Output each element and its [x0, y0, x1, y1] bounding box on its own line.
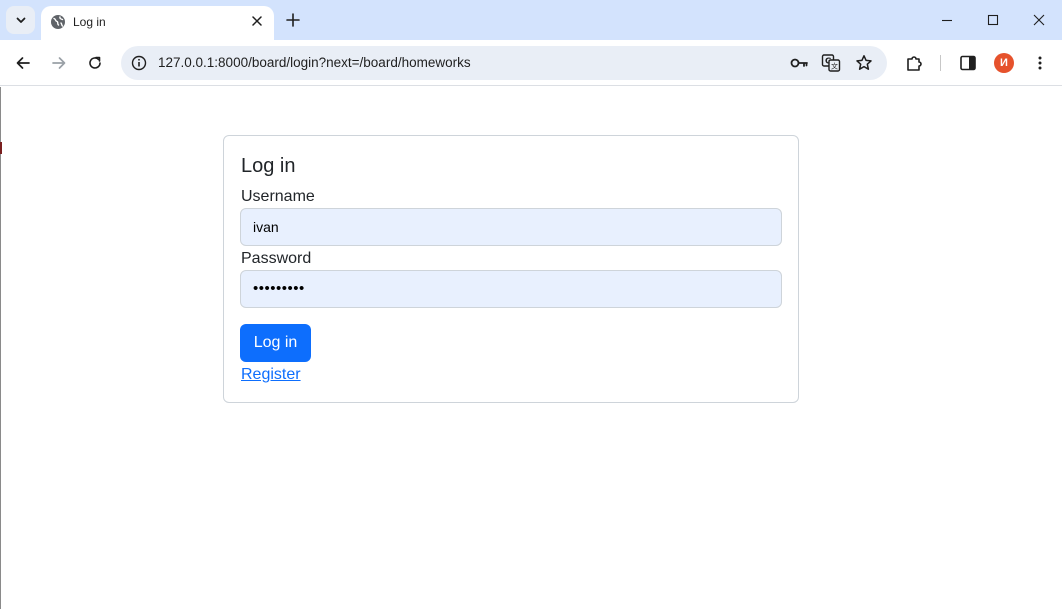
site-info-button[interactable]	[127, 51, 151, 75]
back-button[interactable]	[9, 49, 37, 77]
new-tab-button[interactable]	[281, 8, 305, 32]
svg-text:文: 文	[831, 62, 838, 71]
maximize-button[interactable]	[970, 0, 1016, 40]
kebab-menu-icon	[1038, 56, 1042, 70]
url-text[interactable]: 127.0.0.1:8000/board/login?next=/board/h…	[158, 55, 471, 71]
close-window-button[interactable]	[1016, 0, 1062, 40]
login-card: Log in Username ivan Password ••••••••• …	[223, 135, 799, 403]
minimize-icon	[942, 19, 952, 22]
translate-button[interactable]: G文	[819, 51, 843, 75]
minimize-button[interactable]	[924, 0, 970, 40]
profile-avatar[interactable]: И	[994, 53, 1014, 73]
globe-icon	[51, 15, 65, 29]
browser-toolbar: 127.0.0.1:8000/board/login?next=/board/h…	[0, 40, 1062, 86]
password-input[interactable]: •••••••••	[240, 270, 782, 308]
bookmark-button[interactable]	[852, 51, 876, 75]
maximize-icon	[987, 14, 999, 26]
browser-menu-button[interactable]	[1028, 51, 1052, 75]
puzzle-icon	[907, 56, 922, 71]
translate-icon: G文	[821, 54, 841, 72]
tab-search-button[interactable]	[6, 6, 35, 34]
page-title: Log in	[241, 155, 296, 177]
toolbar-divider	[940, 55, 941, 71]
tab-strip: Log in	[0, 0, 1062, 40]
username-input[interactable]: ivan	[240, 208, 782, 246]
tab-title: Log in	[73, 15, 106, 29]
side-panel-icon	[960, 55, 976, 71]
close-icon	[252, 16, 262, 26]
login-button[interactable]: Log in	[240, 324, 311, 362]
arrow-right-icon	[52, 57, 66, 69]
extensions-button[interactable]	[903, 51, 927, 75]
password-manager-button[interactable]	[787, 51, 811, 75]
side-panel-button[interactable]	[956, 51, 980, 75]
info-icon	[131, 55, 147, 71]
edge-mark	[0, 142, 2, 154]
key-icon	[790, 58, 808, 68]
address-bar[interactable]: 127.0.0.1:8000/board/login?next=/board/h…	[121, 46, 887, 80]
arrow-left-icon	[16, 57, 30, 69]
username-label: Username	[241, 188, 315, 205]
star-icon	[856, 55, 872, 70]
plus-icon	[286, 13, 300, 27]
forward-button[interactable]	[45, 49, 73, 77]
browser-tab[interactable]: Log in	[41, 6, 274, 40]
close-icon	[1033, 14, 1045, 26]
password-label: Password	[241, 250, 312, 267]
tab-close-button[interactable]	[247, 11, 267, 31]
chevron-down-icon	[16, 17, 25, 23]
reload-icon	[89, 56, 101, 69]
reload-button[interactable]	[81, 49, 109, 77]
register-link[interactable]: Register	[241, 365, 301, 385]
window-edge	[0, 87, 1, 609]
